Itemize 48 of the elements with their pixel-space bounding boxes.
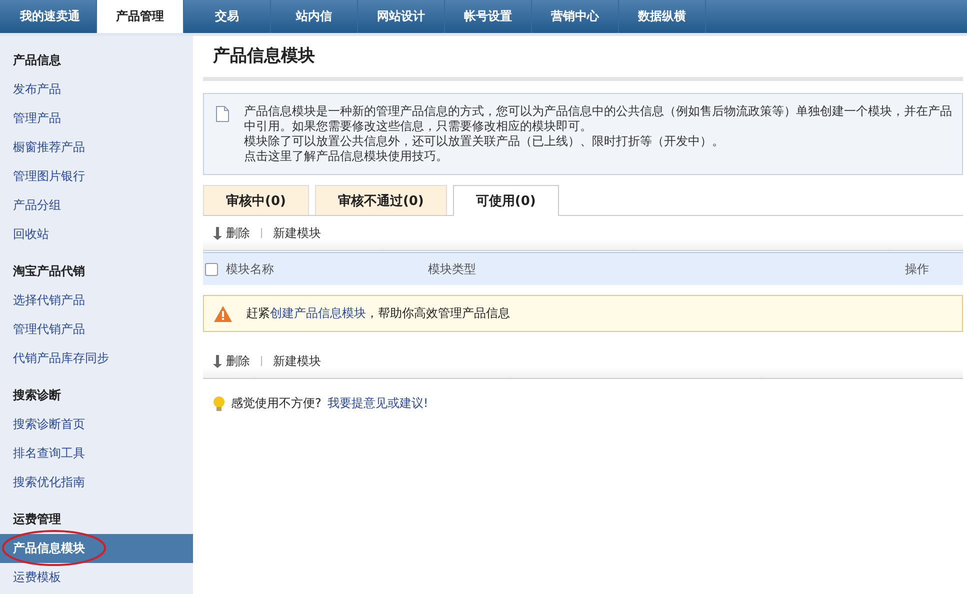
sidebar-heading: 产品信息 bbox=[12, 52, 62, 69]
sidebar-item[interactable]: 管理图片银行 bbox=[0, 162, 193, 191]
lightbulb-icon bbox=[213, 396, 225, 412]
new-module-button[interactable]: 新建模块 bbox=[273, 352, 321, 370]
delete-button[interactable]: 删除 bbox=[213, 224, 250, 242]
sidebar-item[interactable]: 回收站 bbox=[0, 220, 193, 249]
sidebar-item[interactable]: 选择代销产品 bbox=[0, 286, 193, 315]
nav-tab[interactable]: 帐号设置 bbox=[445, 0, 532, 33]
info-text: 点击这里了解产品信息模块使用技巧。 bbox=[244, 149, 449, 164]
tab[interactable]: 审核不通过(0) bbox=[314, 185, 447, 215]
delete-button[interactable]: 删除 bbox=[213, 352, 250, 370]
feedback-link[interactable]: 我要提意见或建议! bbox=[327, 395, 428, 412]
notice-text: 赶紧创建产品信息模块，帮助你高效管理产品信息 bbox=[246, 305, 510, 322]
nav-tab[interactable]: 交易 bbox=[184, 0, 271, 33]
nav-tab[interactable]: 站内信 bbox=[271, 0, 358, 33]
new-module-button[interactable]: 新建模块 bbox=[273, 224, 321, 242]
info-text: 产品信息模块是一种新的管理产品信息的方式，您可以为产品信息中的公共信息（例如售后物流政策等）单独创建一个模块，并在产品中引用。如果您需要修改这些信息，只需要修改相应的模块即可。 bbox=[244, 104, 952, 134]
down-arrow-icon bbox=[213, 226, 223, 240]
page-title: 产品信息模块 bbox=[203, 36, 963, 81]
sidebar-item[interactable]: 管理代销产品 bbox=[0, 315, 193, 344]
tab[interactable]: 可使用(0) bbox=[452, 185, 559, 216]
nav-tab[interactable]: 营销中心 bbox=[532, 0, 619, 33]
sidebar-item[interactable]: 橱窗推荐产品 bbox=[0, 133, 193, 162]
warning-icon bbox=[214, 306, 232, 322]
column-header: 操作 bbox=[905, 260, 930, 278]
nav-tab[interactable]: 网站设计 bbox=[358, 0, 445, 33]
sidebar-item[interactable]: 管理产品 bbox=[0, 104, 193, 133]
sidebar-heading: 搜索诊断 bbox=[12, 387, 62, 404]
tab[interactable]: 审核中(0) bbox=[203, 185, 309, 215]
sidebar-item[interactable]: 产品分组 bbox=[0, 191, 193, 220]
sidebar-item[interactable]: 搜索优化指南 bbox=[0, 468, 193, 497]
select-all-checkbox[interactable] bbox=[205, 262, 218, 276]
create-module-link[interactable]: 创建产品信息模块 bbox=[270, 306, 366, 320]
feedback-text: 感觉使用不方便? bbox=[231, 395, 322, 412]
down-arrow-icon bbox=[213, 354, 223, 368]
sidebar-item[interactable]: 运费模板 bbox=[0, 563, 193, 592]
nav-tab[interactable]: 产品管理 bbox=[97, 0, 184, 33]
sidebar-heading: 淘宝产品代销 bbox=[12, 263, 86, 280]
sidebar-item[interactable]: 发布产品 bbox=[0, 75, 193, 104]
sidebar-item[interactable]: 排名查询工具 bbox=[0, 439, 193, 468]
sidebar-heading: 运费管理 bbox=[12, 511, 62, 528]
nav-tab[interactable]: 数据纵横 bbox=[619, 0, 706, 33]
sidebar-item[interactable]: 搜索诊断首页 bbox=[0, 410, 193, 439]
sidebar-item[interactable]: 代销产品库存同步 bbox=[0, 344, 193, 373]
document-icon bbox=[216, 106, 229, 122]
column-header: 模块名称 bbox=[226, 260, 275, 278]
column-header: 模块类型 bbox=[428, 260, 477, 278]
info-text: 模块除了可以放置公共信息外，还可以放置关联产品（已上线）、限时打折等（开发中）。 bbox=[244, 134, 725, 149]
